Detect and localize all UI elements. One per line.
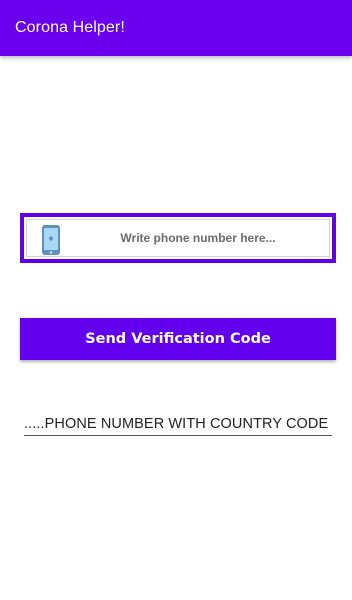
phone-number-field[interactable] xyxy=(20,213,336,263)
phone-icon xyxy=(39,224,63,256)
phone-number-field-frame xyxy=(26,219,330,257)
app-bar: Corona Helper! xyxy=(0,0,352,56)
send-verification-code-button[interactable]: Send Verification Code xyxy=(20,318,336,360)
phone-number-input[interactable] xyxy=(73,220,323,256)
app-title: Corona Helper! xyxy=(15,19,125,36)
country-code-hint[interactable]: .....PHONE NUMBER WITH COUNTRY CODE xyxy=(24,412,332,436)
